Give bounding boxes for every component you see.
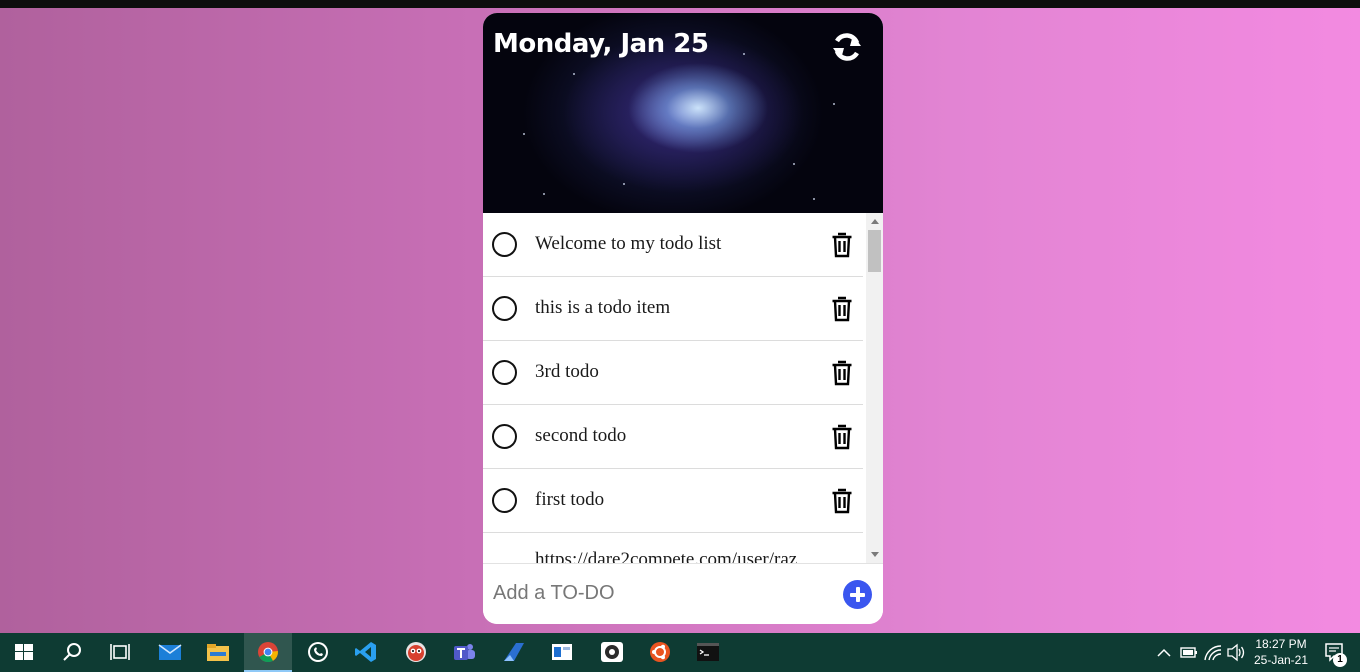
whatsapp-icon[interactable]: [294, 633, 342, 672]
show-hidden-icons-chevron-icon[interactable]: [1155, 633, 1173, 672]
add-todo-input[interactable]: [493, 578, 823, 608]
trash-icon[interactable]: [831, 424, 853, 450]
app-icon-gray[interactable]: [588, 633, 636, 672]
scroll-thumb[interactable]: [868, 230, 881, 272]
notifications-icon[interactable]: [1322, 633, 1348, 672]
start-icon[interactable]: [0, 633, 48, 672]
todo-item: first todo: [483, 469, 863, 533]
browser-top-strip: [0, 0, 1360, 8]
todo-text: this is a todo item: [535, 297, 671, 318]
search-icon[interactable]: [48, 633, 96, 672]
clock-date: 25-Jan-21: [1253, 653, 1309, 667]
clock-time: 18:27 PM: [1255, 637, 1307, 651]
complete-checkbox[interactable]: [492, 488, 517, 513]
add-todo-bar: [483, 563, 883, 624]
trash-icon[interactable]: [831, 232, 853, 258]
app-icon[interactable]: [392, 633, 440, 672]
todo-text: first todo: [535, 489, 605, 510]
app-icon-blue[interactable]: [490, 633, 538, 672]
battery-icon[interactable]: [1178, 633, 1200, 672]
todo-text: second todo: [535, 425, 627, 446]
system-clock[interactable]: 18:27 PM 25-Jan-21: [1246, 636, 1316, 668]
todo-text-partial: https://dare2compete.com/user/raz: [535, 549, 798, 563]
trash-icon[interactable]: [831, 360, 853, 386]
todo-item: Welcome to my todo list: [483, 213, 863, 277]
volume-icon[interactable]: [1226, 633, 1246, 672]
wifi-icon[interactable]: [1202, 633, 1224, 672]
trash-icon[interactable]: [831, 296, 853, 322]
todo-app-card: Monday, Jan 25 Welcome to my todo list t…: [483, 13, 883, 624]
teams-icon[interactable]: [440, 633, 488, 672]
todo-text: 3rd todo: [535, 361, 599, 382]
ubuntu-icon[interactable]: [636, 633, 684, 672]
complete-checkbox[interactable]: [492, 296, 517, 321]
task-view-icon[interactable]: [96, 633, 144, 672]
add-plus-icon[interactable]: [843, 580, 872, 609]
windows-taskbar: 18:27 PM 25-Jan-21 1: [0, 633, 1360, 672]
header-image: Monday, Jan 25: [483, 13, 883, 213]
todo-text: Welcome to my todo list: [535, 233, 722, 254]
complete-checkbox[interactable]: [492, 360, 517, 385]
complete-checkbox[interactable]: [492, 232, 517, 257]
list-scrollbar[interactable]: [866, 213, 883, 563]
vscode-icon[interactable]: [342, 633, 390, 672]
trash-icon[interactable]: [831, 488, 853, 514]
notification-count-badge: 1: [1333, 653, 1347, 667]
chrome-icon[interactable]: [244, 633, 292, 672]
todo-item: second todo: [483, 405, 863, 469]
refresh-icon[interactable]: [829, 29, 865, 65]
todo-item: 3rd todo: [483, 341, 863, 405]
file-explorer-icon[interactable]: [194, 633, 242, 672]
date-title: Monday, Jan 25: [493, 29, 709, 59]
scroll-up-arrow-icon[interactable]: [866, 213, 883, 229]
complete-checkbox[interactable]: [492, 424, 517, 449]
scroll-down-arrow-icon[interactable]: [866, 547, 883, 563]
todo-list: Welcome to my todo list this is a todo i…: [483, 213, 883, 563]
app-icon-window[interactable]: [538, 633, 586, 672]
terminal-icon[interactable]: [684, 633, 732, 672]
mail-icon[interactable]: [146, 633, 194, 672]
todo-item: this is a todo item: [483, 277, 863, 341]
